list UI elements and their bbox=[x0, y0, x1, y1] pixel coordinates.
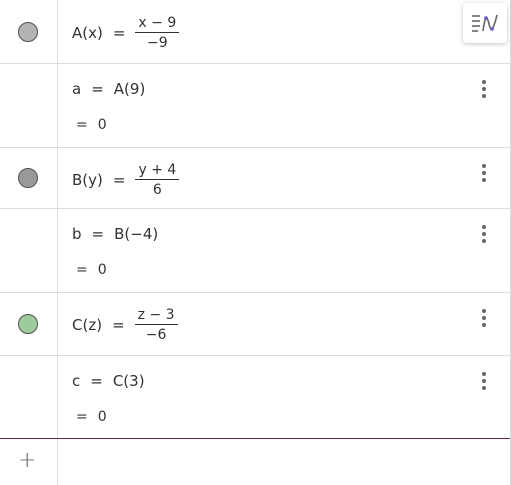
fraction-denominator: −9 bbox=[147, 35, 168, 51]
function-c-name: C(z) bbox=[72, 316, 103, 334]
visibility-marble-a[interactable] bbox=[18, 22, 38, 42]
algebra-row-value-a[interactable]: a = A(9) = 0 bbox=[0, 64, 510, 148]
value-b-output: = 0 bbox=[76, 262, 107, 278]
algebra-view-settings-button[interactable] bbox=[463, 3, 507, 43]
fraction-b: y + 4 6 bbox=[135, 162, 180, 198]
value-b-expression: B(−4) bbox=[114, 225, 159, 243]
more-options-icon[interactable] bbox=[480, 225, 488, 243]
function-b-definition: B(y) = y + 4 6 bbox=[72, 162, 180, 198]
output-value: 0 bbox=[97, 409, 107, 425]
fraction-numerator: y + 4 bbox=[135, 162, 180, 180]
value-c-name: c bbox=[72, 372, 81, 390]
fraction-denominator: 6 bbox=[152, 182, 162, 198]
algebra-row-function-b[interactable]: B(y) = y + 4 6 bbox=[0, 148, 510, 209]
equals-sign: = bbox=[112, 24, 126, 42]
output-equals-sign: = bbox=[76, 409, 88, 425]
output-equals-sign: = bbox=[76, 117, 88, 133]
value-a-name: a bbox=[72, 80, 82, 98]
algebra-panel: A(x) = x − 9 −9 a = A(9) = 0 B(y) = y + 4… bbox=[0, 0, 511, 485]
equals-sign: = bbox=[112, 316, 125, 334]
function-a-definition: A(x) = x − 9 −9 bbox=[72, 15, 180, 51]
output-value: 0 bbox=[97, 117, 107, 133]
algebra-row-value-c[interactable]: c = C(3) = 0 bbox=[0, 356, 510, 438]
value-c-output: = 0 bbox=[76, 409, 107, 425]
fraction-numerator: x − 9 bbox=[135, 15, 180, 33]
function-c-definition: C(z) = z − 3 −6 bbox=[72, 307, 178, 343]
visibility-marble-c[interactable] bbox=[18, 314, 38, 334]
value-b-definition: b = B(−4) bbox=[72, 225, 158, 243]
more-options-icon[interactable] bbox=[480, 372, 488, 390]
output-value: 0 bbox=[97, 262, 107, 278]
equals-sign: = bbox=[91, 225, 105, 243]
more-options-icon[interactable] bbox=[480, 164, 488, 182]
algebra-input-row[interactable]: + bbox=[0, 438, 510, 485]
output-equals-sign: = bbox=[76, 262, 88, 278]
fraction-a: x − 9 −9 bbox=[135, 15, 180, 51]
more-options-icon[interactable] bbox=[480, 80, 488, 98]
fraction-c: z − 3 −6 bbox=[134, 307, 178, 343]
value-a-expression: A(9) bbox=[113, 80, 146, 98]
function-b-name: B(y) bbox=[72, 171, 103, 189]
algebra-view-settings-icon bbox=[472, 14, 498, 32]
fraction-denominator: −6 bbox=[145, 327, 167, 343]
more-options-icon[interactable] bbox=[480, 309, 488, 327]
value-c-expression: C(3) bbox=[112, 372, 145, 390]
value-c-definition: c = C(3) bbox=[72, 372, 145, 390]
visibility-marble-b[interactable] bbox=[18, 168, 38, 188]
value-a-definition: a = A(9) bbox=[72, 80, 145, 98]
fraction-numerator: z − 3 bbox=[134, 307, 178, 325]
equals-sign: = bbox=[91, 80, 104, 98]
plus-icon[interactable]: + bbox=[18, 450, 36, 472]
algebra-input-field[interactable] bbox=[58, 439, 510, 485]
equals-sign: = bbox=[90, 372, 103, 390]
value-b-name: b bbox=[72, 225, 82, 243]
function-a-name: A(x) bbox=[72, 24, 103, 42]
algebra-row-function-c[interactable]: C(z) = z − 3 −6 bbox=[0, 293, 510, 356]
equals-sign: = bbox=[112, 171, 126, 189]
algebra-row-function-a[interactable]: A(x) = x − 9 −9 bbox=[0, 0, 510, 64]
value-a-output: = 0 bbox=[76, 117, 107, 133]
algebra-row-value-b[interactable]: b = B(−4) = 0 bbox=[0, 209, 510, 293]
